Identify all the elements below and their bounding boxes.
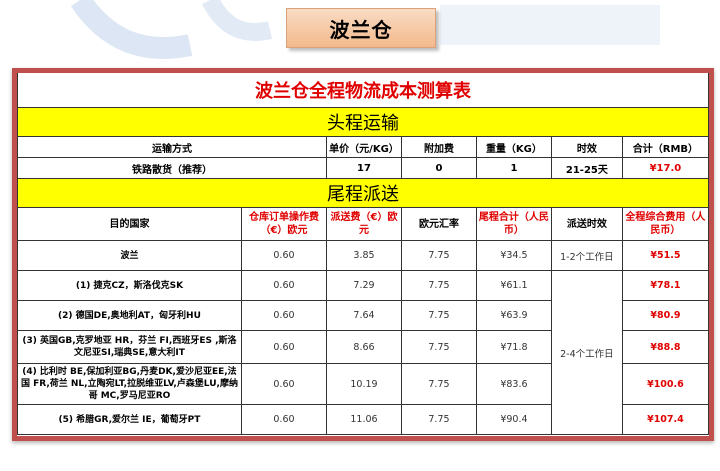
- tail-delivery-header: 目的国家 仓库订单操作费（€）欧元 派送费（€）欧元 欧元汇率 尾程合计（人民币…: [17, 207, 710, 241]
- col-transit: 时效: [550, 136, 623, 158]
- delivery-fee: 11.06: [326, 404, 402, 435]
- delivery-fee: 8.66: [326, 330, 402, 364]
- tail-total: ¥71.8: [475, 330, 552, 364]
- section-tail-delivery: 尾程派送: [17, 178, 709, 208]
- head-total: ¥17.0: [621, 157, 710, 179]
- grand-total: ¥88.8: [621, 330, 710, 364]
- op-fee: 0.60: [240, 404, 328, 435]
- col-weight: 重量（KG）: [475, 136, 552, 158]
- table-row: 波兰 0.60 3.85 7.75 ¥34.5 1-2个工作日 ¥51.5: [17, 240, 710, 271]
- col-total-rmb: 合计（RMB）: [621, 136, 710, 158]
- euro-rate: 7.75: [400, 404, 477, 435]
- delivery-fee: 7.64: [326, 300, 402, 331]
- op-fee: 0.60: [240, 363, 328, 405]
- grand-total: ¥51.5: [621, 240, 710, 271]
- tail-total: ¥63.9: [475, 300, 552, 331]
- transit-time: 21-25天: [550, 157, 623, 179]
- grand-total: ¥100.6: [621, 363, 710, 405]
- tail-total: ¥90.4: [475, 404, 552, 435]
- unit-price: 17: [326, 157, 402, 179]
- col-unit-price: 单价（元/KG）: [326, 136, 402, 158]
- col-euro-rate: 欧元汇率: [400, 207, 477, 241]
- op-fee: 0.60: [240, 300, 328, 331]
- table-row: (1) 捷克CZ，斯洛伐克SK 0.60 7.29 7.75 ¥61.1 2-4…: [17, 270, 710, 435]
- destination: (5) 希腊GR,爱尔兰 IE，葡萄牙PT: [17, 404, 242, 435]
- delivery-time-merged: 2-4个工作日: [550, 270, 623, 435]
- delivery-fee: 3.85: [326, 240, 402, 271]
- section-head-transport: 头程运输: [17, 107, 709, 137]
- head-transport-header: 运输方式 单价（元/KG） 附加费 重量（KG） 时效 合计（RMB）: [17, 136, 710, 158]
- tail-total: ¥34.5: [475, 240, 552, 271]
- destination: (4) 比利时 BE,保加利亚BG,丹麦DK,爱沙尼亚EE,法国 FR,荷兰 N…: [17, 363, 242, 405]
- weight: 1: [475, 157, 552, 179]
- destination: (3) 英国GB,克罗地亚 HR，芬兰 FI,西班牙ES ,斯洛文尼亚SI,瑞典…: [17, 330, 242, 364]
- col-grand-total: 全程综合费用（人民币）: [621, 207, 710, 241]
- grand-total: ¥107.4: [621, 404, 710, 435]
- op-fee: 0.60: [240, 270, 328, 301]
- op-fee: 0.60: [240, 240, 328, 271]
- euro-rate: 7.75: [400, 270, 477, 301]
- delivery-fee: 7.29: [326, 270, 402, 301]
- grand-total: ¥78.1: [621, 270, 710, 301]
- logistics-cost-table: 波兰仓全程物流成本测算表 头程运输 运输方式 单价（元/KG） 附加费 重量（K…: [17, 73, 710, 435]
- table-title: 波兰仓全程物流成本测算表: [17, 73, 709, 108]
- col-surcharge: 附加费: [400, 136, 477, 158]
- grand-total: ¥80.9: [621, 300, 710, 331]
- col-destination: 目的国家: [17, 207, 242, 241]
- transport-method: 铁路散货（推荐）: [17, 157, 327, 179]
- euro-rate: 7.75: [400, 300, 477, 331]
- col-transport-method: 运输方式: [17, 136, 327, 158]
- euro-rate: 7.75: [400, 330, 477, 364]
- surcharge: 0: [400, 157, 477, 179]
- delivery-fee: 10.19: [326, 363, 402, 405]
- euro-rate: 7.75: [400, 240, 477, 271]
- op-fee: 0.60: [240, 330, 328, 364]
- col-delivery-time: 派送时效: [550, 207, 623, 241]
- tail-total: ¥61.1: [475, 270, 552, 301]
- cost-table-frame: 波兰仓全程物流成本测算表 头程运输 运输方式 单价（元/KG） 附加费 重量（K…: [12, 68, 714, 441]
- euro-rate: 7.75: [400, 363, 477, 405]
- page-title: 波兰仓: [286, 8, 436, 48]
- col-tail-total: 尾程合计（人民币）: [475, 207, 552, 241]
- destination: (2) 德国DE,奥地利AT，匈牙利HU: [17, 300, 242, 331]
- head-transport-row: 铁路散货（推荐） 17 0 1 21-25天 ¥17.0: [17, 157, 710, 179]
- col-op-fee: 仓库订单操作费（€）欧元: [240, 207, 328, 241]
- delivery-time: 1-2个工作日: [550, 240, 623, 271]
- destination: 波兰: [17, 240, 242, 271]
- tail-total: ¥83.6: [475, 363, 552, 405]
- destination: (1) 捷克CZ，斯洛伐克SK: [17, 270, 242, 301]
- col-delivery-fee: 派送费（€）欧元: [326, 207, 402, 241]
